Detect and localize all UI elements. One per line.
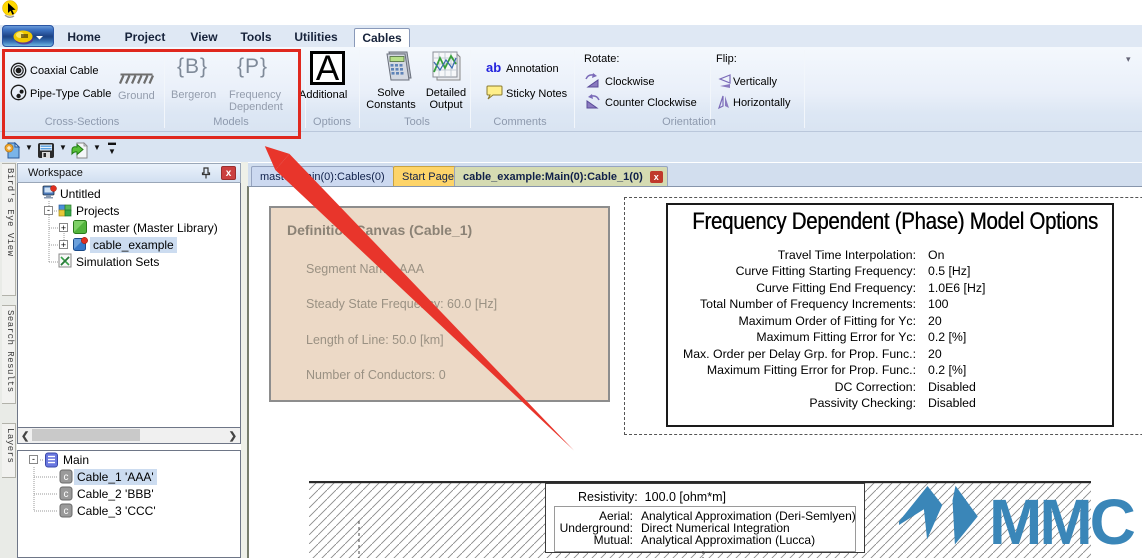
svg-text:c: c (64, 472, 69, 483)
svg-text:c: c (64, 489, 69, 500)
svg-text:c: c (64, 506, 69, 517)
svg-text:MMC: MMC (989, 486, 1135, 552)
